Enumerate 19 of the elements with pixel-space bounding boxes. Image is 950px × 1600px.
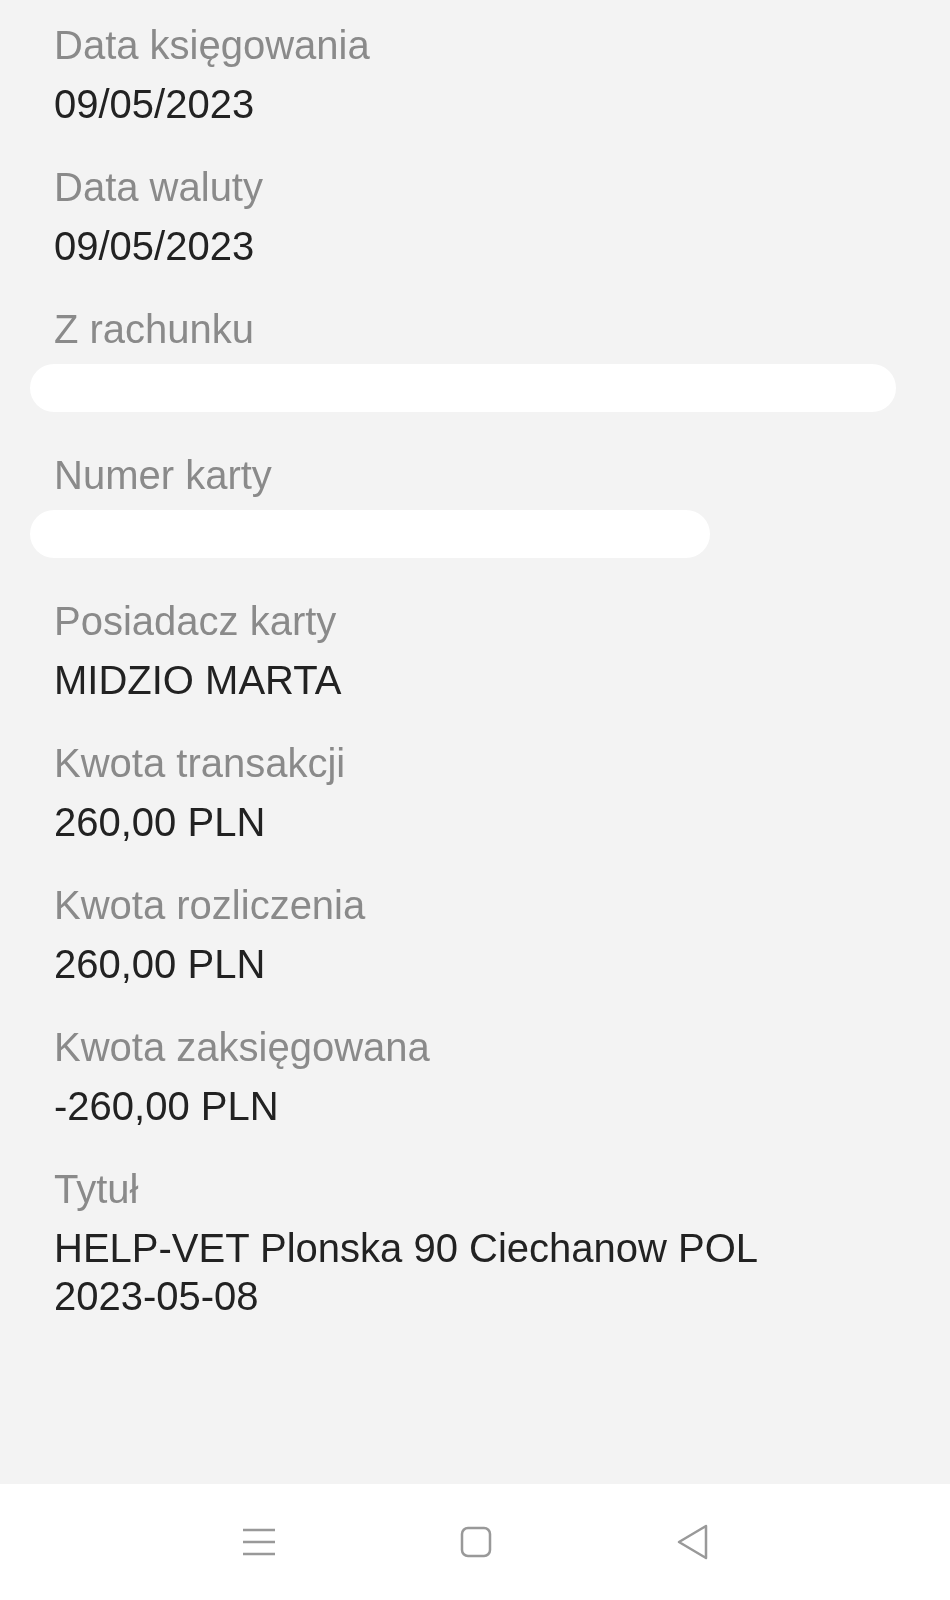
field-label: Data waluty [54, 164, 264, 211]
field-label: Kwota transakcji [54, 740, 347, 787]
field-value: -260,00 PLN [54, 1083, 280, 1130]
field-label: Data księgowania [54, 22, 371, 69]
field-label: Posiadacz karty [54, 598, 338, 645]
field-label: Z rachunku [54, 306, 256, 353]
field-value: MIDZIO MARTA [54, 657, 343, 704]
field-value: 260,00 PLN [54, 941, 267, 988]
field-label: Kwota zaksięgowana [54, 1024, 431, 1071]
menu-icon[interactable] [242, 1527, 276, 1557]
field-label: Tytuł [54, 1166, 140, 1213]
back-icon[interactable] [676, 1524, 708, 1560]
field-value: HELP-VET Plonska 90 Ciechanow POL 2023-05-08 [54, 1225, 758, 1320]
field-label: Kwota rozliczenia [54, 882, 367, 929]
field-value: 260,00 PLN [54, 799, 267, 846]
field-label: Numer karty [54, 452, 273, 499]
square-icon[interactable] [460, 1526, 492, 1558]
field-value: 09/05/2023 [54, 223, 256, 270]
field-value: 09/05/2023 [54, 81, 256, 128]
